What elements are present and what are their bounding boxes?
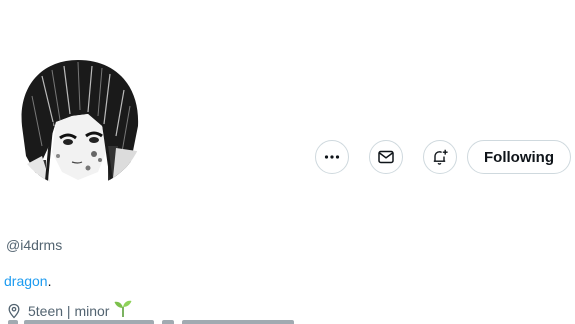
seedling-icon xyxy=(114,300,132,317)
cutoff-link-text xyxy=(24,320,154,324)
more-button[interactable] xyxy=(315,140,350,174)
location-text: 5teen | minor xyxy=(28,303,110,319)
bio-text: . xyxy=(47,273,52,289)
profile-actions: Following xyxy=(315,139,571,175)
avatar[interactable] xyxy=(12,56,144,188)
cutoff-joined-text xyxy=(182,320,294,324)
profile-page: Following @i4drms dragon. 5teen | minor xyxy=(0,0,575,324)
calendar-icon xyxy=(162,320,174,324)
message-button[interactable] xyxy=(369,140,404,174)
following-button[interactable]: Following xyxy=(467,140,571,174)
profile-meta-cutoff xyxy=(0,318,575,324)
profile-bio: dragon. xyxy=(4,273,51,289)
mail-icon xyxy=(378,150,394,164)
avatar-image xyxy=(12,56,144,188)
profile-handle: @i4drms xyxy=(6,237,63,253)
notifications-button[interactable] xyxy=(423,140,458,174)
bell-plus-icon xyxy=(433,149,448,165)
location-pin-icon xyxy=(8,303,20,319)
cutoff-glyph xyxy=(8,320,18,324)
profile-meta: 5teen | minor xyxy=(6,300,133,319)
bio-link[interactable]: dragon xyxy=(4,273,48,289)
more-horizontal-icon xyxy=(324,155,340,159)
